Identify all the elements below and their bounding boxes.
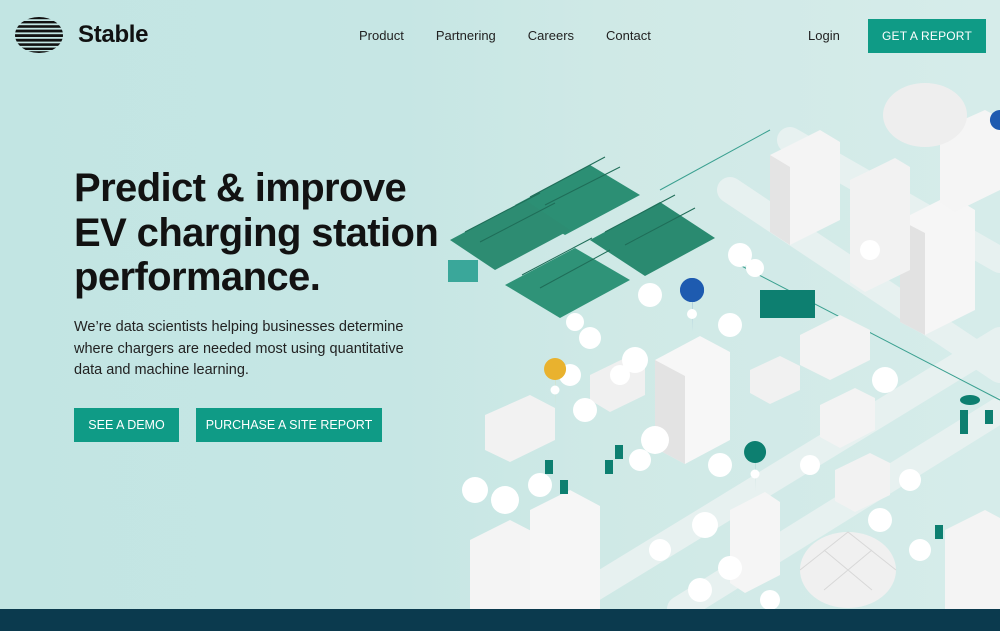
nav-contact[interactable]: Contact: [606, 28, 651, 43]
footer-band: [0, 609, 1000, 631]
main-nav: Product Partnering Careers Contact: [359, 28, 651, 43]
login-link[interactable]: Login: [808, 28, 840, 43]
hero-headline: Predict & improve EV charging station pe…: [74, 166, 439, 299]
nav-product[interactable]: Product: [359, 28, 404, 43]
brand-logo[interactable]: Stable: [14, 16, 149, 54]
purchase-site-report-button[interactable]: PURCHASE A SITE REPORT: [196, 408, 382, 442]
brand-name: Stable: [78, 21, 149, 48]
nav-careers[interactable]: Careers: [528, 28, 574, 43]
dome-icon: [799, 531, 897, 608]
building-icon: [470, 83, 1000, 609]
see-a-demo-button[interactable]: SEE A DEMO: [74, 408, 179, 442]
nav-partnering[interactable]: Partnering: [436, 28, 496, 43]
get-a-report-button[interactable]: GET A REPORT: [868, 19, 986, 53]
solar-panel-icon: [448, 156, 715, 318]
logo-mark-icon: [15, 17, 63, 53]
ev-city-illustration: [448, 83, 1000, 609]
hero-subtext: We’re data scientists helping businesses…: [74, 319, 404, 378]
